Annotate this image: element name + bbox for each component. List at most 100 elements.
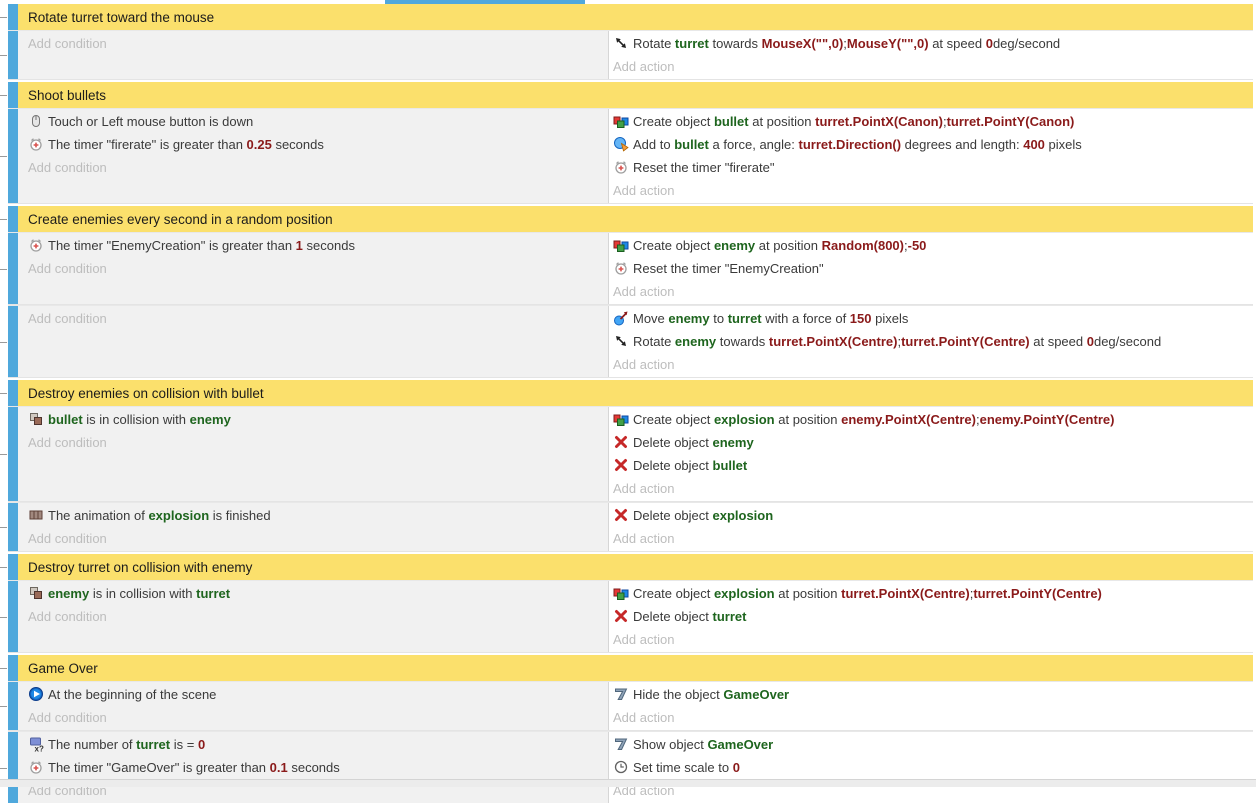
action[interactable]: Hide the object GameOver xyxy=(613,683,1245,706)
condition[interactable]: At the beginning of the scene xyxy=(28,683,600,706)
add-condition-button[interactable]: Add condition xyxy=(28,257,600,280)
actions-cell[interactable]: Delete object explosion Add action xyxy=(608,503,1253,551)
condition[interactable]: The timer "GameOver" is greater than 0.1… xyxy=(28,756,600,779)
conditions-cell[interactable]: At the beginning of the sceneAdd conditi… xyxy=(18,682,608,730)
delete-icon xyxy=(613,504,633,527)
event-bar[interactable] xyxy=(8,655,18,681)
actions-cell[interactable]: Create object explosion at position turr… xyxy=(608,581,1253,652)
action[interactable]: Delete object bullet xyxy=(613,454,1245,477)
conditions-cell[interactable]: x?The number of turret is = 0The timer "… xyxy=(18,732,608,803)
action[interactable]: Reset the timer "EnemyCreation" xyxy=(613,257,1245,280)
actions-cell[interactable]: Create object enemy at position Random(8… xyxy=(608,233,1253,304)
add-action-button[interactable]: Add action xyxy=(613,706,1245,729)
add-action-button[interactable]: Add action xyxy=(613,55,1245,78)
gutter-tick xyxy=(0,17,7,18)
gutter-tick xyxy=(0,567,7,568)
add-condition-button[interactable]: Add condition xyxy=(28,706,600,729)
visibility-icon xyxy=(613,683,633,706)
group-title: Game Over xyxy=(18,655,1253,681)
animation-icon xyxy=(28,504,48,527)
group-header[interactable]: Destroy enemies on collision with bullet xyxy=(8,380,1253,406)
group-header[interactable]: Shoot bullets xyxy=(8,82,1253,108)
conditions-cell[interactable]: enemy is in collision with turretAdd con… xyxy=(18,581,608,652)
action[interactable]: Delete object explosion xyxy=(613,504,1245,527)
event-bar[interactable] xyxy=(8,233,18,304)
timer-icon xyxy=(28,756,48,779)
condition[interactable]: x?The number of turret is = 0 xyxy=(28,733,600,756)
conditions-cell[interactable]: The timer "EnemyCreation" is greater tha… xyxy=(18,233,608,304)
conditions-cell[interactable]: Add condition xyxy=(18,306,608,377)
condition[interactable]: Touch or Left mouse button is down xyxy=(28,110,600,133)
action[interactable]: Reset the timer "firerate" xyxy=(613,156,1245,179)
action-text: Create object bullet at position turret.… xyxy=(633,114,1074,129)
add-action-button[interactable]: Add action xyxy=(613,527,1245,550)
action-text: Create object explosion at position enem… xyxy=(633,412,1114,427)
actions-cell[interactable]: Create object bullet at position turret.… xyxy=(608,109,1253,203)
condition[interactable]: enemy is in collision with turret xyxy=(28,582,600,605)
add-condition-button[interactable]: Add condition xyxy=(28,307,600,330)
event-bar[interactable] xyxy=(8,306,18,377)
add-condition-button[interactable]: Add condition xyxy=(28,156,600,179)
event-bar[interactable] xyxy=(8,554,18,580)
conditions-cell[interactable]: The animation of explosion is finishedAd… xyxy=(18,503,608,551)
gutter-tick xyxy=(0,527,7,528)
condition[interactable]: The timer "firerate" is greater than 0.2… xyxy=(28,133,600,156)
event-bar[interactable] xyxy=(8,732,18,803)
actions-cell[interactable]: Hide the object GameOverAdd action xyxy=(608,682,1253,730)
add-action-button[interactable]: Add action xyxy=(613,628,1245,651)
event-bar[interactable] xyxy=(8,682,18,730)
add-condition-button[interactable]: Add condition xyxy=(28,605,600,628)
action[interactable]: Delete object turret xyxy=(613,605,1245,628)
add-condition-button[interactable]: Add condition xyxy=(28,32,600,55)
event-bar[interactable] xyxy=(8,4,18,30)
conditions-cell[interactable]: Touch or Left mouse button is downThe ti… xyxy=(18,109,608,203)
group-header[interactable]: Create enemies every second in a random … xyxy=(8,206,1253,232)
actions-cell[interactable]: Create object explosion at position enem… xyxy=(608,407,1253,501)
event-row: Add condition Rotate turret towards Mous… xyxy=(8,31,1253,79)
conditions-cell[interactable]: Add condition xyxy=(18,31,608,79)
count-icon: x? xyxy=(28,733,48,756)
condition[interactable]: The animation of explosion is finished xyxy=(28,504,600,527)
add-action-button[interactable]: Add action xyxy=(613,179,1245,202)
collision-icon xyxy=(28,408,48,431)
action-text: Rotate turret towards MouseX("",0);Mouse… xyxy=(633,36,1060,51)
action-text: Delete object explosion xyxy=(633,508,773,523)
event-bar[interactable] xyxy=(8,82,18,108)
action[interactable]: Create object enemy at position Random(8… xyxy=(613,234,1245,257)
action[interactable]: Move enemy to turret with a force of 150… xyxy=(613,307,1245,330)
action[interactable]: Rotate turret towards MouseX("",0);Mouse… xyxy=(613,32,1245,55)
conditions-cell[interactable]: bullet is in collision with enemyAdd con… xyxy=(18,407,608,501)
action[interactable]: Delete object enemy xyxy=(613,431,1245,454)
gutter-tick xyxy=(0,342,7,343)
add-action-button[interactable]: Add action xyxy=(613,477,1245,500)
event-row: The timer "EnemyCreation" is greater tha… xyxy=(8,233,1253,304)
event-bar[interactable] xyxy=(8,109,18,203)
group-header[interactable]: Rotate turret toward the mouse xyxy=(8,4,1253,30)
actions-cell[interactable]: Show object GameOverSet time scale to 0A… xyxy=(608,732,1253,803)
delete-icon xyxy=(613,605,633,628)
group-header[interactable]: Game Over xyxy=(8,655,1253,681)
group-header[interactable]: Destroy turret on collision with enemy xyxy=(8,554,1253,580)
actions-cell[interactable]: Rotate turret towards MouseX("",0);Mouse… xyxy=(608,31,1253,79)
condition[interactable]: The timer "EnemyCreation" is greater tha… xyxy=(28,234,600,257)
action[interactable]: Show object GameOver xyxy=(613,733,1245,756)
event-bar[interactable] xyxy=(8,206,18,232)
action[interactable]: Create object bullet at position turret.… xyxy=(613,110,1245,133)
add-condition-button[interactable]: Add condition xyxy=(28,527,600,550)
event-bar[interactable] xyxy=(8,581,18,652)
add-condition-button[interactable]: Add condition xyxy=(28,431,600,454)
add-action-button[interactable]: Add action xyxy=(613,353,1245,376)
add-action-button[interactable]: Add action xyxy=(613,280,1245,303)
event-bar[interactable] xyxy=(8,380,18,406)
actions-cell[interactable]: Move enemy to turret with a force of 150… xyxy=(608,306,1253,377)
action[interactable]: Rotate enemy towards turret.PointX(Centr… xyxy=(613,330,1245,353)
action[interactable]: Set time scale to 0 xyxy=(613,756,1245,779)
horizontal-scrollbar[interactable] xyxy=(385,0,585,4)
action[interactable]: Add to bullet a force, angle: turret.Dir… xyxy=(613,133,1245,156)
condition[interactable]: bullet is in collision with enemy xyxy=(28,408,600,431)
event-bar[interactable] xyxy=(8,31,18,79)
event-bar[interactable] xyxy=(8,503,18,551)
action[interactable]: Create object explosion at position enem… xyxy=(613,408,1245,431)
event-bar[interactable] xyxy=(8,407,18,501)
action[interactable]: Create object explosion at position turr… xyxy=(613,582,1245,605)
